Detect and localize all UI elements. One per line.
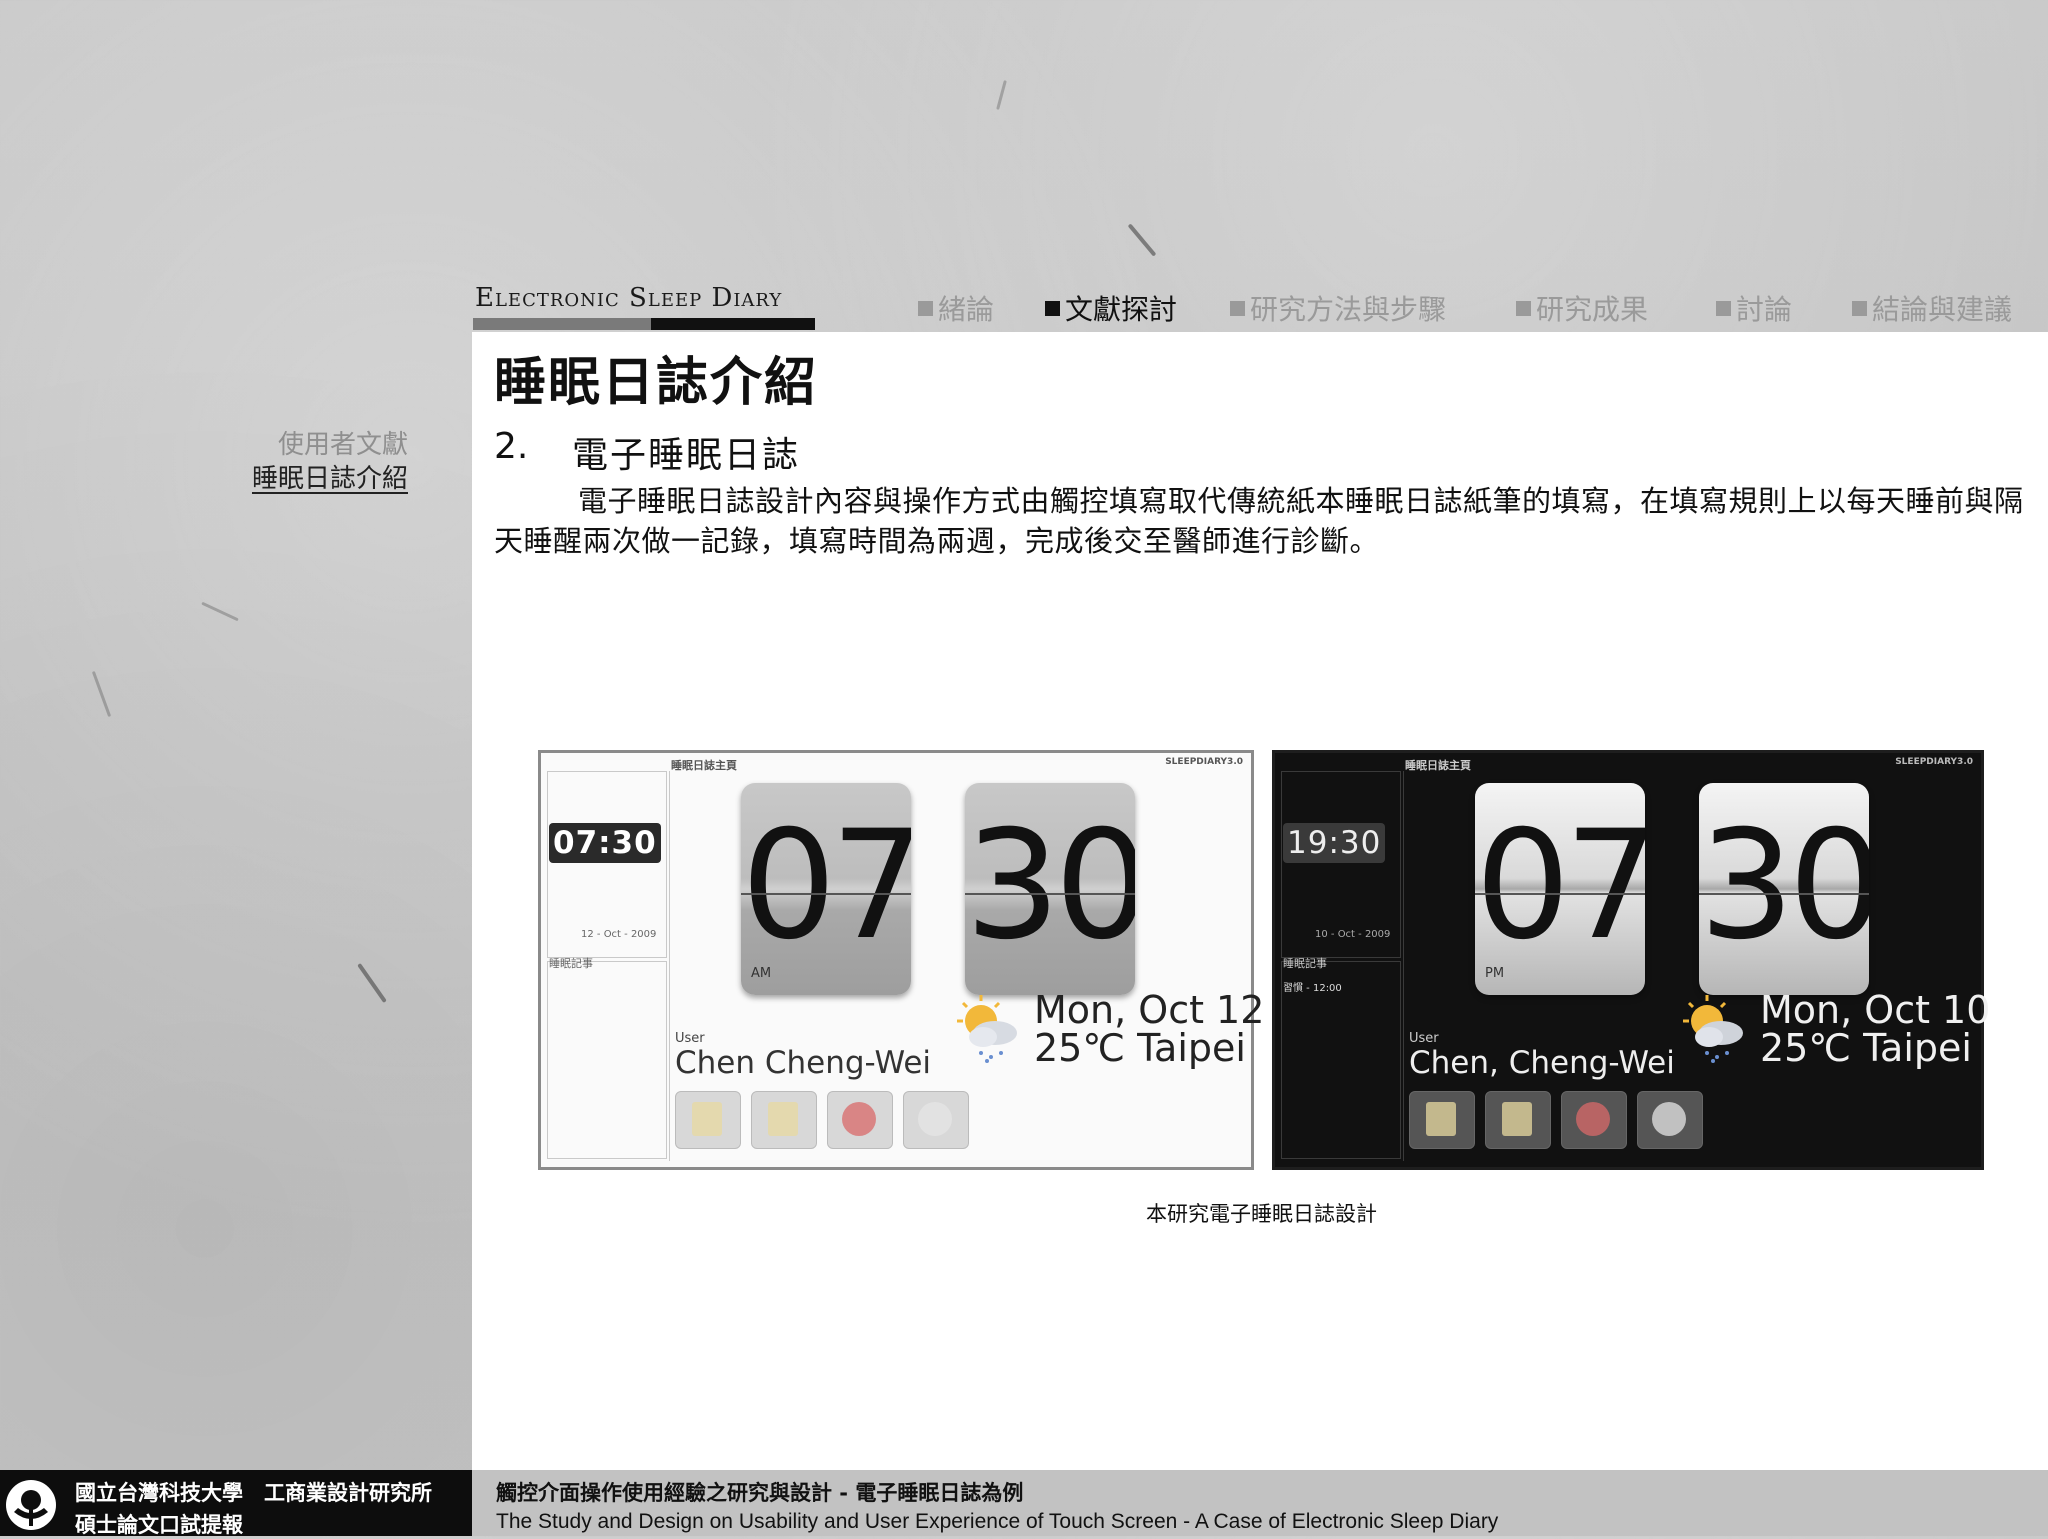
flip-clock-minute: 30 bbox=[965, 783, 1135, 995]
flip-divider bbox=[965, 893, 1135, 895]
electronic-sleep-diary-logo: Electronic Sleep Diary bbox=[473, 283, 815, 333]
search-app-button[interactable] bbox=[903, 1091, 969, 1149]
search-app-button[interactable] bbox=[1637, 1091, 1703, 1149]
university-logo-icon bbox=[6, 1480, 56, 1530]
alarm-clock-icon bbox=[1576, 1102, 1610, 1136]
square-bullet-icon bbox=[1516, 301, 1531, 316]
hour-digits: 07 bbox=[1475, 799, 1645, 973]
document-icon bbox=[1502, 1102, 1532, 1136]
flip-clock-minute: 30 bbox=[1699, 783, 1869, 995]
square-bullet-icon bbox=[1716, 301, 1731, 316]
search-icon bbox=[918, 1102, 952, 1136]
flip-divider bbox=[1699, 893, 1869, 895]
logo-text: Electronic Sleep Diary bbox=[475, 283, 783, 313]
nav-tab-discussion[interactable]: 討論 bbox=[1716, 288, 1792, 326]
page-title: 睡眠日誌介紹 bbox=[494, 353, 819, 413]
alarm-app-button[interactable] bbox=[827, 1091, 893, 1149]
square-bullet-icon bbox=[1230, 301, 1245, 316]
user-label: User bbox=[1409, 1031, 1439, 1046]
memo-item: 習慣 - 12:00 bbox=[1283, 983, 1342, 994]
logo-bar-grey bbox=[473, 318, 651, 330]
nav-tab-methods[interactable]: 研究方法與步驟 bbox=[1230, 288, 1446, 326]
footer-thesis-title-zh: 觸控介面操作使用經驗之研究與設計 - 電子睡眠日誌為例 bbox=[496, 1481, 1024, 1505]
flip-clock-hour: 07 PM bbox=[1475, 783, 1645, 995]
record-app-button[interactable] bbox=[751, 1091, 817, 1149]
small-date: 10 - Oct - 2009 bbox=[1315, 929, 1391, 940]
small-clock: 19:30 bbox=[1283, 823, 1386, 863]
date-text: Mon, Oct 12 bbox=[1034, 988, 1265, 1032]
square-bullet-icon bbox=[1045, 301, 1060, 316]
temperature-city: 25℃ Taipei bbox=[1760, 1026, 1972, 1070]
paper-fiber bbox=[357, 963, 387, 1003]
minute-digits: 30 bbox=[965, 799, 1135, 973]
nav-tab-introduction[interactable]: 緒論 bbox=[918, 288, 994, 326]
figure-caption: 本研究電子睡眠日誌設計 bbox=[1146, 1202, 1377, 1226]
flip-divider bbox=[741, 893, 911, 895]
nav-tab-conclusion[interactable]: 結論與建議 bbox=[1852, 288, 2012, 326]
date-text: Mon, Oct 10 bbox=[1760, 988, 1991, 1032]
nav-tab-results[interactable]: 研究成果 bbox=[1516, 288, 1648, 326]
user-name: Chen Cheng-Wei bbox=[675, 1045, 932, 1081]
user-name: Chen, Cheng-Wei bbox=[1409, 1045, 1675, 1081]
flip-divider bbox=[1475, 893, 1645, 895]
document-icon bbox=[692, 1102, 722, 1136]
small-date: 12 - Oct - 2009 bbox=[581, 929, 657, 940]
document-icon bbox=[1426, 1102, 1456, 1136]
weather-sun-cloud-icon bbox=[1683, 995, 1743, 1063]
date-weather-block: Mon, Oct 12 25℃ Taipei bbox=[1034, 991, 1264, 1067]
memo-label: 睡眠記事 bbox=[1283, 957, 1327, 970]
date-weather-block: Mon, Oct 10 25℃ Taipei bbox=[1760, 991, 1990, 1067]
body-paragraph: 電子睡眠日誌設計內容與操作方式由觸控填寫取代傳統紙本睡眠日誌紙筆的填寫，在填寫規… bbox=[494, 484, 2024, 558]
app-buttons bbox=[1409, 1091, 1703, 1149]
paper-fiber bbox=[201, 601, 239, 622]
paper-fiber bbox=[91, 670, 112, 718]
record-app-button[interactable] bbox=[1485, 1091, 1551, 1149]
sidebar-item-sleep-diary-intro[interactable]: 睡眠日誌介紹 bbox=[252, 458, 408, 495]
am-pm-label: AM bbox=[751, 966, 772, 981]
sidebar-item-user-literature[interactable]: 使用者文獻 bbox=[278, 424, 408, 461]
screen-memo-box bbox=[547, 961, 667, 1159]
alarm-app-button[interactable] bbox=[1561, 1091, 1627, 1149]
footer-thesis-title-en: The Study and Design on Usability and Us… bbox=[496, 1510, 1499, 1533]
nav-tab-literature-review[interactable]: 文獻探討 bbox=[1045, 288, 1177, 326]
user-label: User bbox=[675, 1031, 705, 1046]
footer-institution: 國立台灣科技大學 工商業設計研究所 bbox=[75, 1481, 432, 1505]
weather-sun-cloud-icon bbox=[957, 995, 1017, 1063]
alarm-clock-icon bbox=[842, 1102, 876, 1136]
screenshot-light-theme: 睡眠日誌主頁 SLEEPDIARY3.0 07:30 12 - Oct - 20… bbox=[538, 750, 1264, 1170]
temperature-city: 25℃ Taipei bbox=[1034, 1026, 1246, 1070]
footer-presentation-type: 碩士論文口試提報 bbox=[75, 1513, 243, 1537]
square-bullet-icon bbox=[918, 301, 933, 316]
app-buttons bbox=[675, 1091, 969, 1149]
logo-bar-black bbox=[651, 318, 815, 330]
paper-fiber bbox=[1127, 223, 1157, 257]
diary-app-button[interactable] bbox=[675, 1091, 741, 1149]
paper-fiber bbox=[996, 80, 1007, 110]
document-icon bbox=[768, 1102, 798, 1136]
minute-digits: 30 bbox=[1699, 799, 1869, 973]
screen-brand: SLEEPDIARY3.0 bbox=[1165, 757, 1243, 767]
search-icon bbox=[1652, 1102, 1686, 1136]
section-number: 2. bbox=[494, 426, 529, 467]
screenshot-dark-theme: 睡眠日誌主頁 SLEEPDIARY3.0 19:30 10 - Oct - 20… bbox=[1272, 750, 1990, 1170]
hour-digits: 07 bbox=[741, 799, 911, 973]
diary-app-button[interactable] bbox=[1409, 1091, 1475, 1149]
am-pm-label: PM bbox=[1485, 966, 1505, 981]
section-title: 電子睡眠日誌 bbox=[572, 435, 801, 476]
memo-label: 睡眠記事 bbox=[549, 957, 593, 970]
flip-clock-hour: 07 AM bbox=[741, 783, 911, 995]
square-bullet-icon bbox=[1852, 301, 1867, 316]
small-clock: 07:30 bbox=[549, 823, 661, 863]
screen-brand: SLEEPDIARY3.0 bbox=[1895, 757, 1973, 767]
